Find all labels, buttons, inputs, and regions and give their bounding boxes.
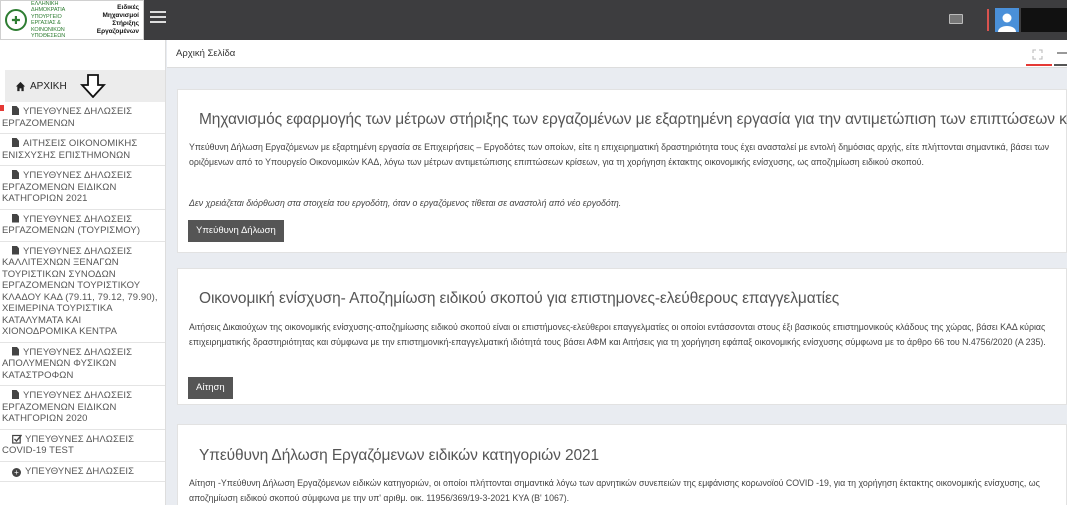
sidebar-item-label: ΑΙΤΗΣΕΙΣ ΟΙΚΟΝΟΜΙΚΗΣ bbox=[23, 138, 138, 149]
home-icon bbox=[15, 81, 26, 91]
card-title: Υπεύθυνη Δήλωση Εργαζόμενων ειδικών κατη… bbox=[199, 447, 600, 464]
sidebar-item-tourism[interactable]: ΥΠΕΥΘΥΝΕΣ ΔΗΛΩΣΕΙΣ ΕΡΓΑΖΟΜΕΝΩΝ (ΤΟΥΡΙΣΜΟ… bbox=[0, 210, 165, 242]
breadcrumb-home[interactable]: Αρχική Σελίδα bbox=[176, 48, 235, 59]
sidebar-item-label: ΥΠΕΥΘΥΝΕΣ ΔΗΛΩΣΕΙΣ bbox=[23, 106, 133, 117]
sidebar-item-label: ΥΠΕΥΘΥΝΕΣ ΔΗΛΩΣΕΙΣ bbox=[23, 390, 133, 401]
card-description: Αιτήσεις Δικαιούχων της οικονομικής ενίσ… bbox=[189, 322, 1046, 347]
application-button[interactable]: Αίτηση bbox=[188, 377, 233, 399]
card-description: Αίτηση -Υπεύθυνη Δήλωση Εργαζόμενων ειδι… bbox=[189, 478, 1040, 503]
hamburger-menu-icon[interactable] bbox=[150, 11, 166, 25]
sidebar-item-label: ΥΠΕΥΘΥΝΕΣ ΔΗΛΩΣΕΙΣ bbox=[23, 346, 133, 358]
document-icon bbox=[12, 106, 19, 115]
card-note: Δεν χρειάζεται διόρθωση στα στοιχεία του… bbox=[189, 198, 622, 208]
sidebar-item-scientist-support[interactable]: ΑΙΤΗΣΕΙΣ ΟΙΚΟΝΟΜΙΚΗΣ ΕΝΙΣΧΥΣΗΣ ΕΠΙΣΤΗΜΟΝ… bbox=[0, 134, 165, 166]
document-icon bbox=[12, 170, 19, 179]
document-icon bbox=[12, 138, 19, 147]
card-description: Υπεύθυνη Δήλωση Εργαζόμενων με εξαρτημέν… bbox=[189, 142, 1049, 167]
sidebar-item-covid-test[interactable]: ΥΠΕΥΘΥΝΕΣ ΔΗΛΩΣΕΙΣ COVID-19 TEST bbox=[0, 430, 165, 462]
sidebar-item-label: ΥΠΕΥΘΥΝΕΣ ΔΗΛΩΣΕΙΣ bbox=[23, 245, 133, 257]
ministry-emblem-icon: ✚ bbox=[5, 9, 27, 31]
sidebar-item-label-cont: ΕΡΓΑΖΟΜΕΝΩΝ (ΤΟΥΡΙΣΜΟΥ) bbox=[2, 225, 141, 236]
sidebar-item-label: ΥΠΕΥΘΥΝΕΣ ΔΗΛΩΣΕΙΣ bbox=[25, 433, 135, 445]
sidebar-menu: ΥΠΕΥΘΥΝΕΣ ΔΗΛΩΣΕΙΣ ΕΡΓΑΖΟΜΕΝΩΝ ΑΙΤΗΣΕΙΣ … bbox=[0, 102, 165, 482]
declaration-button[interactable]: Υπεύθυνη Δήλωση bbox=[188, 220, 284, 242]
user-name-redacted[interactable] bbox=[1021, 8, 1067, 32]
sidebar-item-label-cont: ΚΑΛΛΙΤΕΧΝΩΝ ΞΕΝΑΓΩΝ ΤΟΥΡΙΣΤΙΚΩΝ ΣΥΝΟΔΩΝ … bbox=[2, 257, 158, 337]
sidebar-item-label: ΥΠΕΥΘΥΝΕΣ ΔΗΛΩΣΕΙΣ bbox=[23, 170, 133, 181]
sidebar-item-label-cont: ΕΡΓΑΖΟΜΕΝΩΝ bbox=[2, 117, 75, 129]
document-icon bbox=[12, 213, 19, 223]
checkbox-icon bbox=[12, 434, 22, 444]
arrow-down-annotation-icon bbox=[80, 74, 106, 98]
tab-indicator-dark bbox=[1054, 64, 1067, 66]
sidebar-home-label: ΑΡΧΙΚΗ bbox=[30, 80, 67, 92]
sidebar-item-label-cont: ΕΝΙΣΧΥΣΗΣ ΕΠΙΣΤΗΜΟΝΩΝ bbox=[2, 149, 131, 161]
logo-ministry-text: ΕΛΛΗΝΙΚΗ ΔΗΜΟΚΡΑΤΙΑ ΥΠΟΥΡΓΕΙΟ ΕΡΓΑΣΙΑΣ &… bbox=[31, 0, 66, 40]
card-special-categories-2021: Υπεύθυνη Δήλωση Εργαζόμενων ειδικών κατη… bbox=[177, 424, 1067, 505]
sidebar-item-natural-disasters[interactable]: ΥΠΕΥΘΥΝΕΣ ΔΗΛΩΣΕΙΣ ΑΠΟΛΥΜΕΝΩΝ ΦΥΣΙΚΩΝ ΚΑ… bbox=[0, 343, 165, 386]
sidebar-item-declarations-more[interactable]: + ΥΠΕΥΘΥΝΕΣ ΔΗΛΩΣΕΙΣ bbox=[0, 462, 165, 482]
breadcrumb-bar: Αρχική Σελίδα bbox=[167, 40, 1067, 68]
more-options-icon[interactable] bbox=[1057, 52, 1067, 54]
sidebar-item-artists-guides[interactable]: ΥΠΕΥΘΥΝΕΣ ΔΗΛΩΣΕΙΣ ΚΑΛΛΙΤΕΧΝΩΝ ΞΕΝΑΓΩΝ Τ… bbox=[0, 242, 165, 343]
sidebar-item-label-cont: ΕΡΓΑΖΟΜΕΝΩΝ ΕΙΔΙΚΩΝ ΚΑΤΗΓΟΡΙΩΝ 2020 bbox=[2, 401, 117, 425]
document-icon bbox=[12, 390, 19, 399]
sidebar-item-label-cont: ΑΠΟΛΥΜΕΝΩΝ ΦΥΣΙΚΩΝ ΚΑΤΑΣΤΡΟΦΩΝ bbox=[2, 358, 117, 381]
sidebar-item-employee-declarations[interactable]: ΥΠΕΥΘΥΝΕΣ ΔΗΛΩΣΕΙΣ ΕΡΓΑΖΟΜΕΝΩΝ bbox=[0, 102, 165, 134]
sidebar-item-special-categories-2020[interactable]: ΥΠΕΥΘΥΝΕΣ ΔΗΛΩΣΕΙΣ ΕΡΓΑΖΟΜΕΝΩΝ ΕΙΔΙΚΩΝ Κ… bbox=[0, 386, 165, 430]
sidebar: ΑΡΧΙΚΗ ΥΠΕΥΘΥΝΕΣ ΔΗΛΩΣΕΙΣ ΕΡΓΑΖΟΜΕΝΩΝ ΑΙ… bbox=[0, 40, 166, 505]
document-icon bbox=[12, 346, 19, 356]
user-avatar-icon[interactable] bbox=[995, 8, 1019, 32]
tab-indicator-red bbox=[1026, 64, 1052, 66]
sidebar-item-special-categories-2021[interactable]: ΥΠΕΥΘΥΝΕΣ ΔΗΛΩΣΕΙΣ ΕΡΓΑΖΟΜΕΝΩΝ ΕΙΔΙΚΩΝ Κ… bbox=[0, 166, 165, 210]
document-icon bbox=[12, 245, 19, 255]
ministry-logo[interactable]: ✚ ΕΛΛΗΝΙΚΗ ΔΗΜΟΚΡΑΤΙΑ ΥΠΟΥΡΓΕΙΟ ΕΡΓΑΣΙΑΣ… bbox=[0, 0, 144, 40]
logo-system-text: Ειδικές Μηχανισμοί Στήριξης Εργαζομένων bbox=[96, 4, 139, 35]
card-employee-measures: Μηχανισμός εφαρμογής των μέτρων στήριξης… bbox=[177, 89, 1067, 253]
header-separator bbox=[987, 9, 989, 31]
plus-circle-icon: + bbox=[12, 467, 21, 477]
sidebar-item-label-cont: COVID-19 TEST bbox=[2, 445, 74, 456]
sidebar-item-label: ΥΠΕΥΘΥΝΕΣ ΔΗΛΩΣΕΙΣ bbox=[23, 213, 133, 225]
keyboard-icon[interactable] bbox=[949, 14, 963, 24]
card-title: Οικονομική ενίσχυση- Αποζημίωση ειδικού … bbox=[199, 290, 840, 307]
fullscreen-icon[interactable] bbox=[1032, 49, 1043, 60]
card-title: Μηχανισμός εφαρμογής των μέτρων στήριξης… bbox=[199, 111, 1067, 128]
sidebar-item-label-cont: ΕΡΓΑΖΟΜΕΝΩΝ ΕΙΔΙΚΩΝ ΚΑΤΗΓΟΡΙΩΝ 2021 bbox=[2, 181, 117, 205]
top-navbar: ✚ ΕΛΛΗΝΙΚΗ ΔΗΜΟΚΡΑΤΙΑ ΥΠΟΥΡΓΕΙΟ ΕΡΓΑΣΙΑΣ… bbox=[0, 0, 1067, 40]
card-scientists-support: Οικονομική ενίσχυση- Αποζημίωση ειδικού … bbox=[177, 268, 1067, 405]
sidebar-item-label: ΥΠΕΥΘΥΝΕΣ ΔΗΛΩΣΕΙΣ bbox=[25, 465, 135, 477]
